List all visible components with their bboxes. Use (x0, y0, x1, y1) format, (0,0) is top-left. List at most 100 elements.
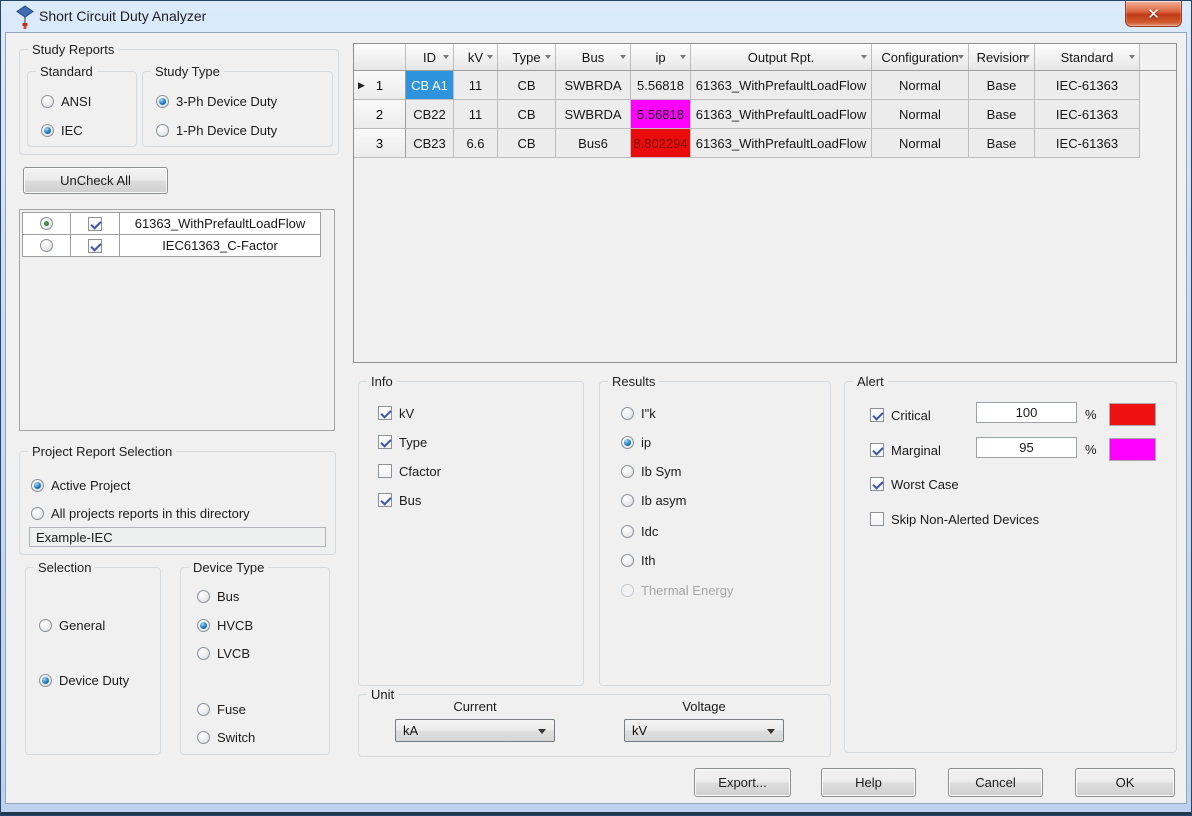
grid-header-bus[interactable]: Bus (556, 44, 631, 70)
export-button[interactable]: Export... (694, 768, 791, 797)
report-check-cell[interactable] (71, 213, 120, 235)
report-radio-cell[interactable] (23, 213, 71, 235)
radio-1ph-device-duty[interactable]: 1-Ph Device Duty (156, 122, 277, 138)
radio-standard-ansi[interactable]: ANSI (41, 93, 91, 109)
cell-revision[interactable]: Base (969, 129, 1035, 158)
grid-header-output-rpt[interactable]: Output Rpt. (691, 44, 872, 70)
sort-arrow-icon[interactable] (680, 55, 686, 62)
sort-arrow-icon[interactable] (545, 55, 551, 62)
radio-hvcb[interactable]: HVCB (197, 617, 253, 633)
close-button[interactable]: ✕ (1125, 1, 1182, 27)
cell-kv[interactable]: 11 (454, 71, 498, 100)
checkbox-cfactor[interactable]: Cfactor (378, 463, 441, 479)
report-name-cell[interactable]: IEC61363_C-Factor (120, 235, 321, 257)
cell-output-rpt[interactable]: 61363_WithPrefaultLoadFlow (691, 71, 872, 100)
radio-ith[interactable]: Ith (621, 552, 655, 568)
radio-ik[interactable]: I"k (621, 405, 656, 421)
results-data-grid[interactable]: ID kV Type Bus ip Output Rpt. Configurat… (353, 43, 1177, 363)
grid-header-ip[interactable]: ip (631, 44, 691, 70)
radio-active-project[interactable]: Active Project (31, 477, 130, 493)
uncheck-all-button[interactable]: UnCheck All (23, 167, 168, 194)
cell-revision[interactable]: Base (969, 71, 1035, 100)
cell-type[interactable]: CB (498, 129, 556, 158)
grid-header-id[interactable]: ID (406, 44, 454, 70)
cell-revision[interactable]: Base (969, 100, 1035, 129)
directory-field[interactable]: Example-IEC (29, 527, 326, 547)
checkbox-skip-non-alerted[interactable]: Skip Non-Alerted Devices (870, 511, 1039, 527)
report-list-panel[interactable]: 61363_WithPrefaultLoadFlow IEC61363_C-Fa… (19, 209, 335, 431)
report-check-cell[interactable] (71, 235, 120, 257)
critical-percent-input[interactable]: 100 (976, 402, 1077, 423)
cell-output-rpt[interactable]: 61363_WithPrefaultLoadFlow (691, 129, 872, 158)
cell-output-rpt[interactable]: 61363_WithPrefaultLoadFlow (691, 100, 872, 129)
cell-id[interactable]: CB23 (406, 129, 454, 158)
title-bar[interactable]: Short Circuit Duty Analyzer ✕ (1, 1, 1191, 32)
cell-type[interactable]: CB (498, 100, 556, 129)
radio-all-projects[interactable]: All projects reports in this directory (31, 505, 250, 521)
grid-header-standard[interactable]: Standard (1035, 44, 1140, 70)
radio-standard-iec[interactable]: IEC (41, 122, 83, 138)
radio-general[interactable]: General (39, 617, 105, 633)
marginal-percent-input[interactable]: 95 (976, 437, 1077, 458)
checkbox-type[interactable]: Type (378, 434, 427, 450)
cell-id[interactable]: CB22 (406, 100, 454, 129)
report-list-row[interactable]: IEC61363_C-Factor (23, 235, 321, 257)
cancel-button[interactable]: Cancel (948, 768, 1043, 797)
sort-arrow-icon[interactable] (487, 55, 493, 62)
row-selector-cell[interactable]: 3 (354, 129, 406, 158)
radio-lvcb[interactable]: LVCB (197, 645, 250, 661)
cell-configuration[interactable]: Normal (872, 100, 969, 129)
sort-arrow-icon[interactable] (620, 55, 626, 62)
sort-arrow-icon[interactable] (861, 55, 867, 62)
cell-ip-critical-alert[interactable]: 8.802294 (631, 129, 691, 158)
checkbox-bus[interactable]: Bus (378, 492, 421, 508)
cell-ip-marginal-alert[interactable]: 5.56818 (631, 100, 691, 129)
checkbox-marginal[interactable]: Marginal (870, 442, 941, 458)
checkbox-kv[interactable]: kV (378, 405, 414, 421)
radio-ib-asym[interactable]: Ib asym (621, 492, 687, 508)
report-radio-cell[interactable] (23, 235, 71, 257)
radio-3ph-device-duty[interactable]: 3-Ph Device Duty (156, 93, 277, 109)
sort-arrow-icon[interactable] (1024, 55, 1030, 62)
radio-device-duty[interactable]: Device Duty (39, 672, 129, 688)
help-button[interactable]: Help (821, 768, 916, 797)
grid-row-2[interactable]: 2 CB22 11 CB SWBRDA 5.56818 61363_WithPr… (354, 100, 1176, 129)
cell-bus[interactable]: Bus6 (556, 129, 631, 158)
report-name-cell[interactable]: 61363_WithPrefaultLoadFlow (120, 213, 321, 235)
radio-ip[interactable]: ip (621, 434, 651, 450)
row-selector-cell[interactable]: ▶1 (354, 71, 406, 100)
cell-configuration[interactable]: Normal (872, 129, 969, 158)
grid-row-3[interactable]: 3 CB23 6.6 CB Bus6 8.802294 61363_WithPr… (354, 129, 1176, 158)
cell-kv[interactable]: 6.6 (454, 129, 498, 158)
grid-header-configuration[interactable]: Configuration (872, 44, 969, 70)
cell-standard[interactable]: IEC-61363 (1035, 71, 1140, 100)
ok-button[interactable]: OK (1075, 768, 1175, 797)
cell-standard[interactable]: IEC-61363 (1035, 100, 1140, 129)
grid-header-revision[interactable]: Revision (969, 44, 1035, 70)
radio-switch[interactable]: Switch (197, 729, 255, 745)
radio-bus[interactable]: Bus (197, 588, 239, 604)
cell-ip[interactable]: 5.56818 (631, 71, 691, 100)
sort-arrow-icon[interactable] (1129, 55, 1135, 62)
cell-standard[interactable]: IEC-61363 (1035, 129, 1140, 158)
radio-ib-sym[interactable]: Ib Sym (621, 463, 681, 479)
current-unit-dropdown[interactable]: kA (395, 719, 555, 742)
cell-kv[interactable]: 11 (454, 100, 498, 129)
sort-arrow-icon[interactable] (443, 55, 449, 62)
checkbox-worst-case[interactable]: Worst Case (870, 476, 959, 492)
cell-id[interactable]: CB A1 (406, 71, 454, 100)
cell-bus[interactable]: SWBRDA (556, 71, 631, 100)
row-selector-cell[interactable]: 2 (354, 100, 406, 129)
checkbox-critical[interactable]: Critical (870, 407, 931, 423)
cell-bus[interactable]: SWBRDA (556, 100, 631, 129)
radio-idc[interactable]: Idc (621, 523, 658, 539)
cell-configuration[interactable]: Normal (872, 71, 969, 100)
report-list-row[interactable]: 61363_WithPrefaultLoadFlow (23, 213, 321, 235)
grid-header-type[interactable]: Type (498, 44, 556, 70)
radio-fuse[interactable]: Fuse (197, 701, 246, 717)
voltage-unit-dropdown[interactable]: kV (624, 719, 784, 742)
grid-header-kv[interactable]: kV (454, 44, 498, 70)
sort-arrow-icon[interactable] (958, 55, 964, 62)
cell-type[interactable]: CB (498, 71, 556, 100)
grid-row-1[interactable]: ▶1 CB A1 11 CB SWBRDA 5.56818 61363_With… (354, 71, 1176, 100)
